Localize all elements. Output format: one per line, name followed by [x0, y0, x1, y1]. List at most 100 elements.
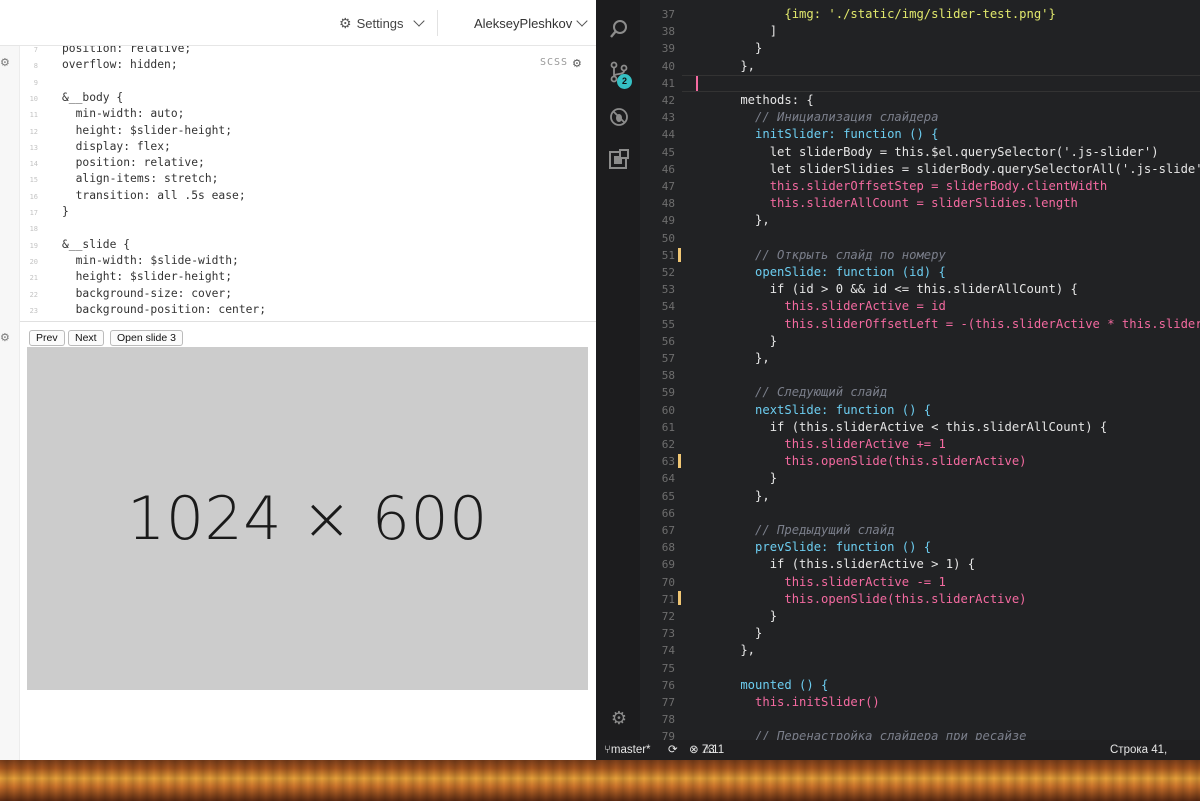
- scss-code-line: 14 position: relative;: [20, 155, 596, 171]
- line-number: 55: [661, 317, 675, 331]
- line-number: 47: [661, 180, 675, 193]
- line-number: 43: [661, 111, 675, 125]
- settings-gear-icon[interactable]: ⚙: [608, 707, 630, 729]
- code-text: this.sliderAllCount = sliderSlidies.leng…: [711, 196, 1078, 211]
- scss-code-text: position: relative;: [62, 46, 192, 55]
- line-number: 7: [33, 46, 38, 54]
- line-number: 15: [29, 176, 38, 185]
- code-text: openSlide: function (id) {: [711, 265, 946, 279]
- code-text: prevSlide: function () {: [711, 540, 932, 555]
- code-line: 79 // Перенастройка слайдера при ресайзе: [640, 728, 1200, 740]
- code-line: 58: [640, 367, 1200, 384]
- desktop-wallpaper-texture: [0, 760, 1200, 801]
- line-number: 62: [661, 438, 675, 451]
- line-number: 56: [661, 334, 675, 348]
- line-number: 65: [661, 489, 675, 503]
- browser-pane: ⚙ Settings AlekseyPleshkov ⚙ ⚙ 7 position…: [0, 0, 596, 760]
- branch-indicator[interactable]: ⑂ master*: [604, 740, 651, 760]
- code-line: 44 initSlider: function () {: [640, 126, 1200, 143]
- code-line: 70 this.sliderActive -= 1: [640, 574, 1200, 591]
- scss-code-line: 12 height: $slider-height;: [20, 123, 596, 139]
- line-number: 79: [661, 730, 675, 740]
- username: AlekseyPleshkov: [474, 15, 573, 31]
- line-number: 11: [29, 111, 38, 120]
- slide-placeholder-image: 1024 × 600: [27, 347, 588, 690]
- next-button[interactable]: Next: [68, 330, 104, 346]
- scss-code-text: [42, 221, 62, 234]
- code-editor[interactable]: 37 {img: './static/img/slider-test.png'}…: [640, 0, 1200, 740]
- screen: ⚙ Settings AlekseyPleshkov ⚙ ⚙ 7 position…: [0, 0, 1200, 801]
- code-text: if (this.sliderActive > 1) {: [711, 557, 976, 572]
- code-text: methods: {: [711, 93, 814, 107]
- scss-gear-icon[interactable]: ⚙: [572, 57, 582, 70]
- line-number: 58: [661, 369, 675, 383]
- line-number: 74: [661, 644, 675, 658]
- scss-code-line: 11 min-width: auto;: [20, 106, 596, 122]
- code-line: 38 ]: [640, 23, 1200, 40]
- scss-editor[interactable]: 7 position: relative; 8 overflow: hidden; 9 1…: [20, 46, 596, 321]
- gutter-modified-marker: [678, 248, 681, 262]
- code-line: 46 let sliderSlidies = sliderBody.queryS…: [640, 161, 1200, 178]
- scm-badge: 2: [617, 74, 632, 89]
- code-line: 62 this.sliderActive += 1: [640, 436, 1200, 453]
- code-text: }: [711, 626, 763, 641]
- line-number: 39: [661, 42, 675, 56]
- code-line: 76 mounted () {: [640, 677, 1200, 694]
- line-number: 8: [33, 62, 38, 71]
- code-text: {img: './static/img/slider-test.png'}: [711, 7, 1056, 21]
- prev-button[interactable]: Prev: [29, 330, 65, 346]
- code-line: 43 // Инициализация слайдера: [640, 109, 1200, 126]
- line-number: 19: [29, 241, 38, 250]
- left-gutter: ⚙ ⚙: [0, 46, 20, 760]
- problems-indicator[interactable]: ⊗ 73 ⚠ 11: [689, 740, 724, 760]
- preview-settings-gear-icon[interactable]: ⚙: [0, 333, 10, 344]
- code-line: 61 if (this.sliderActive < this.sliderAl…: [640, 419, 1200, 436]
- activity-bar: ⚙: [596, 0, 640, 740]
- line-number: 18: [29, 225, 38, 234]
- code-line: 59 // Следующий слайд: [640, 384, 1200, 401]
- scss-code-text: min-width: $slide-width;: [62, 253, 239, 267]
- code-line: 53 if (id > 0 && id <= this.sliderAllCou…: [640, 281, 1200, 298]
- line-number: 59: [661, 386, 675, 400]
- scss-code-text: &__slide {: [62, 237, 131, 251]
- code-line: 66: [640, 505, 1200, 522]
- line-number: 49: [661, 214, 675, 228]
- code-text: }: [711, 333, 778, 348]
- settings-label: Settings: [356, 15, 404, 31]
- current-line-highlight: [682, 75, 1200, 92]
- line-number: 10: [29, 94, 38, 103]
- line-number: 17: [29, 209, 38, 217]
- scss-code-line: 19 &__slide {: [20, 237, 596, 253]
- code-text: // Предыдущий слайд: [711, 523, 895, 537]
- settings-button[interactable]: ⚙ Settings: [339, 13, 427, 33]
- sync-icon[interactable]: ⟳: [668, 740, 678, 760]
- debug-icon[interactable]: [608, 106, 630, 128]
- line-number: 64: [661, 472, 675, 486]
- code-text: if (this.sliderActive < this.sliderAllCo…: [711, 419, 1108, 434]
- scss-code-line: 7 position: relative;: [20, 46, 596, 57]
- scss-code-line: 15 align-items: stretch;: [20, 171, 596, 187]
- open-slide-3-button[interactable]: Open slide 3: [110, 330, 183, 346]
- line-number: 67: [661, 524, 675, 537]
- code-line: 65 },: [640, 488, 1200, 505]
- extensions-icon[interactable]: [608, 148, 630, 170]
- line-number: 44: [661, 128, 675, 142]
- code-line: 52 openSlide: function (id) {: [640, 264, 1200, 281]
- code-text: this.sliderActive += 1: [711, 437, 946, 451]
- scss-code-line: 20 min-width: $slide-width;: [20, 253, 596, 269]
- code-line: 60 nextSlide: function () {: [640, 402, 1200, 419]
- line-number: 73: [661, 627, 675, 641]
- code-text: }: [711, 41, 763, 56]
- css-settings-gear-icon[interactable]: ⚙: [0, 58, 10, 69]
- user-menu[interactable]: AlekseyPleshkov: [437, 10, 590, 36]
- code-text: this.sliderActive = id: [711, 299, 946, 314]
- code-line: 50: [640, 230, 1200, 247]
- scss-code-text: transition: all .5s ease;: [62, 188, 246, 202]
- scss-code-text: &__body {: [62, 90, 124, 104]
- code-line: 64 }: [640, 470, 1200, 487]
- scss-code-text: background-position: center;: [62, 302, 267, 316]
- line-number: 45: [661, 145, 675, 159]
- search-icon[interactable]: [608, 18, 630, 40]
- line-number: 42: [661, 94, 675, 107]
- line-number: 71: [661, 592, 675, 606]
